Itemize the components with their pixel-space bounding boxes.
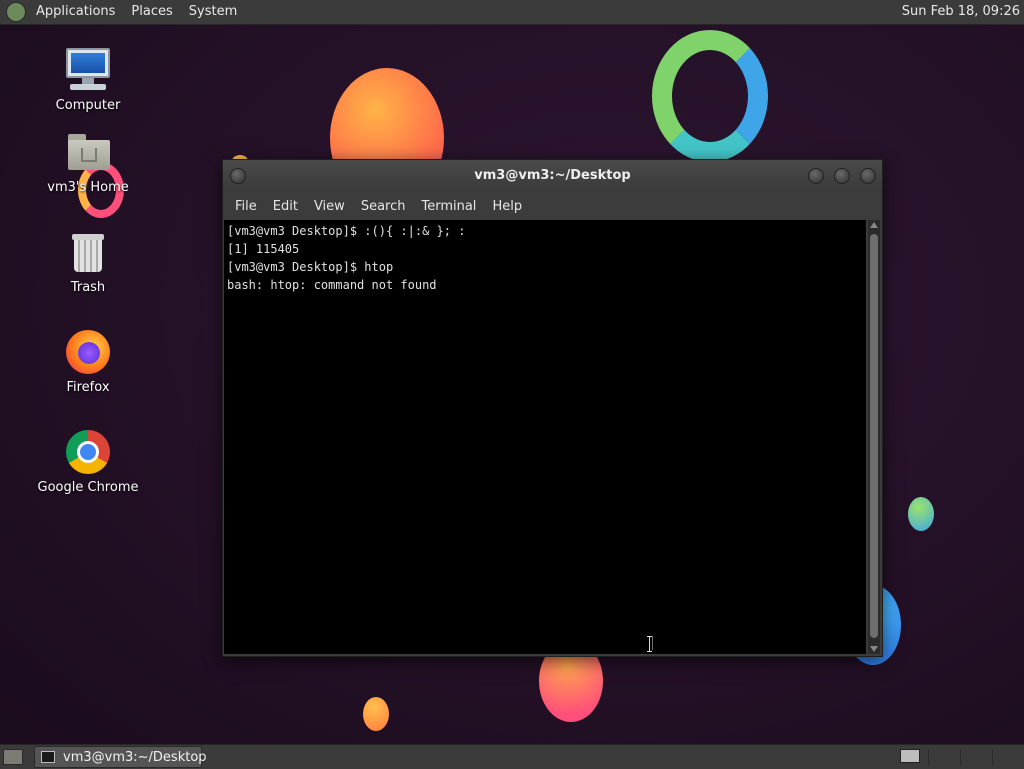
taskbar-button-label: vm3@vm3:~/Desktop (63, 750, 207, 765)
close-button[interactable] (860, 168, 876, 184)
system-menu[interactable]: System (181, 0, 245, 24)
desktop-icon-home[interactable]: vm3's Home (33, 128, 143, 195)
top-panel: Applications Places System Sun Feb 18, 0… (0, 0, 1024, 25)
desktop-icon-firefox[interactable]: Firefox (33, 328, 143, 395)
minimize-button[interactable] (808, 168, 824, 184)
workspace-4[interactable] (992, 749, 1021, 765)
menu-file[interactable]: File (227, 199, 265, 214)
desktop-icon-label: Trash (70, 280, 106, 295)
desktop-icon-label: Google Chrome (37, 480, 139, 495)
terminal-icon (41, 751, 55, 763)
scroll-up-arrow-icon[interactable] (870, 222, 878, 228)
wallpaper-teal-bubble (908, 497, 934, 531)
workspace-switcher[interactable] (900, 749, 920, 763)
terminal-output[interactable]: [vm3@vm3 Desktop]$ :(){ :|:& }; : [1] 11… (224, 220, 866, 654)
window-titlebar[interactable]: vm3@vm3:~/Desktop (223, 160, 882, 192)
menu-view[interactable]: View (306, 199, 353, 214)
desktop-icon-label: Firefox (66, 380, 110, 395)
window-title: vm3@vm3:~/Desktop (474, 168, 631, 183)
trash-icon (64, 228, 112, 276)
desktop-icon-chrome[interactable]: Google Chrome (33, 428, 143, 495)
terminal-scrollbar[interactable] (868, 220, 880, 654)
mouse-ibeam-cursor-icon (647, 636, 653, 652)
scroll-down-arrow-icon[interactable] (870, 646, 878, 652)
workspace-2[interactable] (928, 749, 957, 765)
desktop-icon-computer[interactable]: Computer (33, 46, 143, 113)
firefox-icon (64, 328, 112, 376)
terminal-window[interactable]: vm3@vm3:~/Desktop File Edit View Search … (222, 159, 883, 657)
terminal-line: bash: htop: command not found (227, 278, 437, 292)
desktop-icon-trash[interactable]: Trash (33, 228, 143, 295)
computer-icon (64, 46, 112, 94)
desktop-icon-label: vm3's Home (47, 180, 129, 195)
chrome-icon (64, 428, 112, 476)
gnome-foot-icon[interactable] (6, 2, 26, 22)
clock[interactable]: Sun Feb 18, 09:26 (902, 0, 1020, 24)
menu-help[interactable]: Help (484, 199, 530, 214)
taskbar-terminal-button[interactable]: vm3@vm3:~/Desktop (34, 746, 207, 768)
wallpaper-ring (652, 30, 768, 162)
terminal-line: [vm3@vm3 Desktop]$ :(){ :|:& }; : (227, 224, 466, 238)
terminal-line: [1] 115405 (227, 242, 300, 256)
terminal-line: [vm3@vm3 Desktop]$ htop (227, 260, 394, 274)
menu-terminal[interactable]: Terminal (413, 199, 484, 214)
home-folder-icon (64, 128, 112, 176)
scrollbar-thumb[interactable] (870, 234, 878, 638)
maximize-button[interactable] (834, 168, 850, 184)
menu-search[interactable]: Search (353, 199, 414, 214)
places-menu[interactable]: Places (123, 0, 180, 24)
terminal-menubar: File Edit View Search Terminal Help (223, 192, 882, 220)
window-menu-button[interactable] (230, 168, 246, 184)
wallpaper-small-bubble (363, 697, 389, 731)
desktop-icon-label: Computer (55, 98, 121, 113)
applications-menu[interactable]: Applications (28, 0, 123, 24)
show-desktop-icon[interactable] (3, 749, 23, 765)
menu-edit[interactable]: Edit (265, 199, 306, 214)
workspace-3[interactable] (960, 749, 989, 765)
bottom-panel: vm3@vm3:~/Desktop (0, 744, 1024, 769)
